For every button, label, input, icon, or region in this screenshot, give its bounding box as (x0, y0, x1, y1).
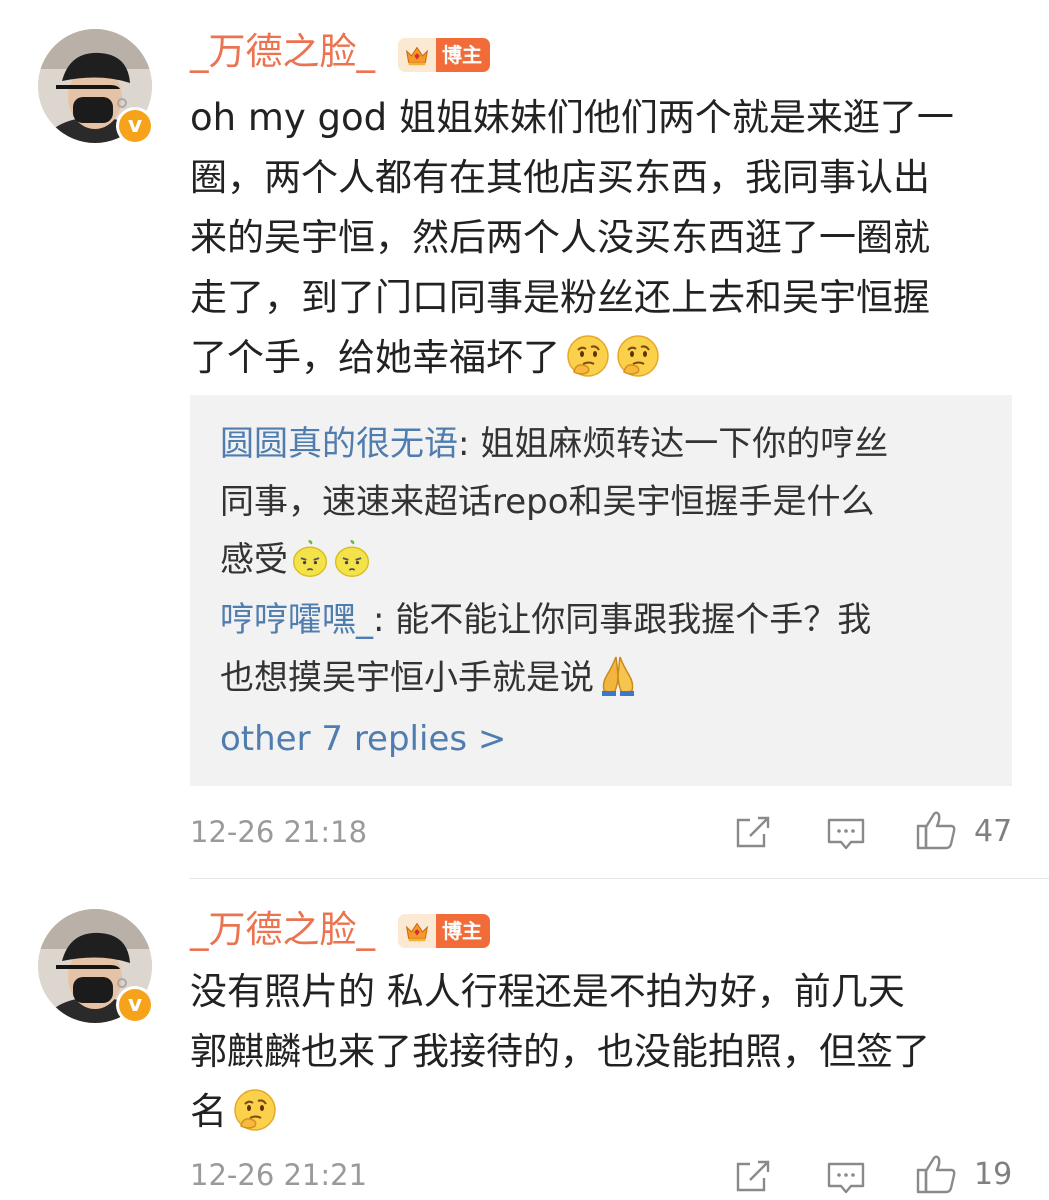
thinking-face-icon (233, 1088, 277, 1132)
author-badge: 博主 (398, 914, 490, 948)
thinking-face-icon (616, 334, 660, 378)
repost-icon[interactable] (734, 812, 774, 852)
reply-username[interactable]: 哼哼嚯嘿_ (220, 600, 373, 640)
crown-icon (398, 38, 436, 72)
like-icon[interactable] (914, 1152, 958, 1196)
reply-item: 圆圆真的很无语: 姐姐麻烦转达一下你的哼丝 同事，速速来超话repo和吴宇恒握手… (220, 424, 889, 580)
lemon-face-icon (290, 539, 330, 579)
reply-username[interactable]: 圆圆真的很无语 (220, 424, 458, 464)
verified-icon: v (116, 986, 154, 1024)
comment-text: oh my god 姐姐妹妹们他们两个就是来逛了一 圈，两个人都有在其他店买东西… (190, 96, 954, 379)
timestamp: 12-26 21:18 (190, 815, 368, 849)
folded-hands-icon (596, 653, 640, 697)
like-icon[interactable] (914, 808, 958, 852)
comment-icon[interactable] (826, 814, 866, 854)
reply-item: 哼哼嚯嘿_: 能不能让你同事跟我握个手？我 也想摸吴宇恒小手就是说 (220, 600, 872, 698)
repost-icon[interactable] (734, 1156, 774, 1196)
comment-item: v _万德之脸_ 博主 oh my god 姐姐妹妹们他们两个就是来逛了一 圈，… (0, 0, 1049, 880)
comment-text: 没有照片的 私人行程还是不拍为好，前几天 郭麒麟也来了我接待的，也没能拍照，但签… (190, 970, 930, 1133)
thinking-face-icon (566, 334, 610, 378)
comment-icon[interactable] (826, 1158, 866, 1198)
timestamp: 12-26 21:21 (190, 1158, 368, 1192)
comment-item: v _万德之脸_ 博主 没有照片的 私人行程还是不拍为好，前几天 郭麒麟也来了我… (0, 880, 1049, 1200)
username[interactable]: _万德之脸_ (190, 30, 375, 74)
author-badge: 博主 (398, 38, 490, 72)
crown-icon (398, 914, 436, 948)
like-count: 19 (974, 1157, 1013, 1192)
like-count: 47 (974, 814, 1013, 849)
username[interactable]: _万德之脸_ (190, 908, 375, 952)
lemon-face-icon (332, 539, 372, 579)
divider (190, 878, 1049, 879)
reply-box[interactable]: 圆圆真的很无语: 姐姐麻烦转达一下你的哼丝 同事，速速来超话repo和吴宇恒握手… (190, 395, 1012, 786)
verified-icon: v (116, 107, 154, 145)
more-replies-link[interactable]: other 7 replies > (220, 717, 506, 761)
